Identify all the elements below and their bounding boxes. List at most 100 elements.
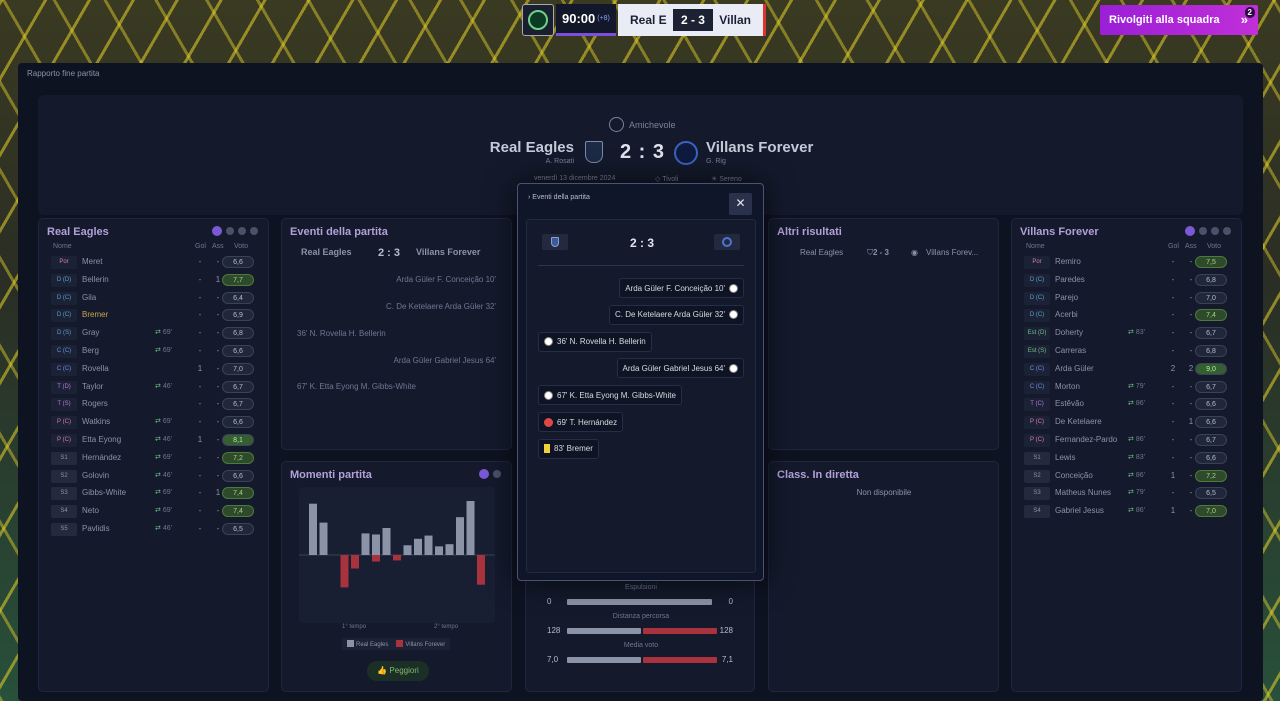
roster-row[interactable]: S4 Gabriel Jesus ⇄ 86' 1-7,0: [1024, 503, 1236, 519]
roster-row[interactable]: S4 Neto ⇄ 69' - -7,4: [51, 503, 263, 519]
roster-row[interactable]: S3 Gibbs-White ⇄ 69' -1 7,4: [51, 485, 263, 501]
player-name[interactable]: Paredes: [1055, 275, 1085, 284]
sub-minute: 69': [162, 453, 172, 461]
team-talk-button[interactable]: Rivolgiti alla squadra » 2: [1100, 5, 1258, 35]
event-item[interactable]: Arda Güler F. Conceição 10': [619, 278, 744, 298]
player-name[interactable]: Gray: [82, 328, 99, 337]
rating: 6,8: [1195, 345, 1227, 357]
roster-row[interactable]: P (C) De Ketelaere -1 6,6: [1024, 414, 1236, 430]
player-name[interactable]: Neto: [82, 506, 99, 515]
divider: [538, 265, 744, 266]
roster-row[interactable]: D (C) Paredes - -6,8: [1024, 272, 1236, 288]
roster-row[interactable]: S5 Pavlidis ⇄ 46' - -6,5: [51, 521, 263, 537]
player-name[interactable]: Bremer: [82, 310, 108, 319]
roster-row[interactable]: Est (S) Carreras - -6,8: [1024, 343, 1236, 359]
roster-page-dots[interactable]: [1185, 226, 1231, 236]
roster-row[interactable]: C (C) Arda Güler 2 2 9,0: [1024, 361, 1236, 377]
roster-row[interactable]: T (C) Estêvão ⇄ 86' - -6,6: [1024, 396, 1236, 412]
event-item[interactable]: Arda Güler Gabriel Jesus 64': [616, 358, 744, 379]
roster-row[interactable]: S3 Matheus Nunes ⇄ 79' - -6,5: [1024, 485, 1236, 501]
stat-label: Media voto: [623, 642, 659, 649]
roster-row[interactable]: C (C) Rovella 1-7,0: [51, 361, 263, 377]
home-team-name[interactable]: Real Eagles: [490, 139, 574, 156]
player-name[interactable]: Arda Güler: [1055, 364, 1094, 373]
roster-row[interactable]: T (S) Rogers - -6,7: [51, 396, 263, 412]
goals: -: [1171, 417, 1175, 427]
roster-row[interactable]: S1 Lewis ⇄ 83' - -6,6: [1024, 450, 1236, 466]
worst-moments-button[interactable]: 👍 Peggiori: [367, 661, 429, 681]
roster-row[interactable]: D (C) Acerbi - -7,4: [1024, 307, 1236, 323]
player-name[interactable]: Lewis: [1055, 453, 1075, 462]
home-roster-title: Real Eagles: [47, 226, 109, 238]
rating: 6,4: [222, 291, 254, 304]
player-name[interactable]: Rovella: [82, 364, 109, 373]
roster-row[interactable]: D (D) Bellerin -1 7,7: [51, 272, 263, 288]
club-badge-icon[interactable]: [522, 4, 554, 36]
goals: 1: [197, 363, 203, 373]
player-name[interactable]: Morton: [1055, 382, 1080, 391]
player-name[interactable]: Doherty: [1055, 328, 1083, 337]
rating: 6,9: [222, 309, 254, 322]
sub-arrow-icon: ⇄: [1128, 453, 1134, 461]
player-name[interactable]: Carreras: [1055, 346, 1086, 355]
match-date: venerdì 13 dicembre 2024: [534, 175, 616, 182]
scoreboard-away: Villan: [719, 13, 751, 27]
roster-row[interactable]: D (C) Parejo - -7,0: [1024, 290, 1236, 306]
player-name[interactable]: Remiro: [1055, 257, 1081, 266]
player-name[interactable]: Estêvão: [1055, 399, 1084, 408]
roster-row[interactable]: P (C) Etta Eyong ⇄ 46' 1-8,1: [51, 432, 263, 448]
substitution: ⇄ 79': [1128, 382, 1145, 390]
event-item[interactable]: 83' Bremer: [538, 438, 599, 459]
player-name[interactable]: De Ketelaere: [1055, 417, 1102, 426]
roster-row[interactable]: P (C) Fernandez-Pardo ⇄ 86' - -6,7: [1024, 432, 1236, 448]
roster-row[interactable]: C (C) Morton ⇄ 79' - -6,7: [1024, 379, 1236, 395]
legend-away: Villans Forever: [396, 640, 445, 648]
player-name[interactable]: Meret: [82, 257, 102, 266]
player-name[interactable]: Taylor: [82, 382, 103, 391]
player-name[interactable]: Etta Eyong: [82, 435, 121, 444]
roster-row[interactable]: S1 Hernández ⇄ 69' - -7,2: [51, 450, 263, 466]
roster-row[interactable]: Est (D) Doherty ⇄ 83' - -6,7: [1024, 325, 1236, 341]
player-name[interactable]: Watkins: [82, 417, 110, 426]
team-talk-label: Rivolgiti alla squadra: [1109, 14, 1220, 26]
roster-row[interactable]: C (C) Berg ⇄ 69' - -6,6: [51, 343, 263, 359]
player-name[interactable]: Gila: [82, 293, 96, 302]
roster-row[interactable]: Por Remiro - -7,5: [1024, 254, 1236, 270]
player-name[interactable]: Conceição: [1055, 471, 1093, 480]
rating: 6,5: [1195, 487, 1227, 500]
event-item[interactable]: 69' T. Hernández: [538, 412, 624, 432]
rating: 6,7: [222, 380, 254, 393]
event-item[interactable]: C. De Ketelaere Arda Güler 32': [608, 304, 744, 325]
other-result-row[interactable]: Real Eagles ⛉ 2 - 3 ◉ Villans Forev...: [789, 245, 979, 265]
event-item[interactable]: 36' N. Rovella H. Bellerin: [538, 331, 652, 352]
player-name[interactable]: Pavlidis: [82, 524, 110, 533]
player-name[interactable]: Gabriel Jesus: [1055, 506, 1104, 515]
roster-row[interactable]: P (C) Watkins ⇄ 69' - -6,6: [51, 414, 263, 430]
roster-row[interactable]: S2 Conceição ⇄ 86' 1-7,2: [1024, 468, 1236, 484]
player-name[interactable]: Golovin: [82, 471, 109, 480]
player-name[interactable]: Bellerin: [82, 275, 109, 284]
player-name[interactable]: Hernández: [82, 453, 121, 462]
player-name[interactable]: Berg: [82, 346, 99, 355]
player-name[interactable]: Rogers: [82, 399, 108, 408]
player-name[interactable]: Matheus Nunes: [1055, 488, 1111, 497]
roster-row[interactable]: S2 Golovin ⇄ 46' - -6,6: [51, 468, 263, 484]
position-badge: S4: [1024, 505, 1050, 519]
player-name[interactable]: Acerbi: [1055, 310, 1078, 319]
player-name[interactable]: Parejo: [1055, 293, 1078, 302]
event-item[interactable]: 67' K. Etta Eyong M. Gibbs-White: [538, 385, 682, 406]
roster-page-dots[interactable]: [212, 226, 258, 236]
away-team-name[interactable]: Villans Forever: [706, 139, 813, 156]
roster-row[interactable]: Por Meret - -6,6: [51, 254, 263, 270]
sub-arrow-icon: ⇄: [155, 471, 161, 479]
roster-row[interactable]: D (C) Bremer - -6,9: [51, 307, 263, 323]
moments-dots[interactable]: [479, 469, 501, 479]
away-crest-icon: [714, 234, 740, 250]
roster-row[interactable]: T (D) Taylor ⇄ 46' - -6,7: [51, 379, 263, 395]
modal-title-label: Eventi della partita: [532, 194, 590, 201]
close-icon[interactable]: ✕: [729, 193, 752, 215]
player-name[interactable]: Gibbs-White: [82, 488, 126, 497]
player-name[interactable]: Fernandez-Pardo: [1055, 435, 1117, 444]
roster-row[interactable]: D (C) Gila - -6,4: [51, 290, 263, 306]
roster-row[interactable]: D (S) Gray ⇄ 69' - -6,8: [51, 325, 263, 341]
